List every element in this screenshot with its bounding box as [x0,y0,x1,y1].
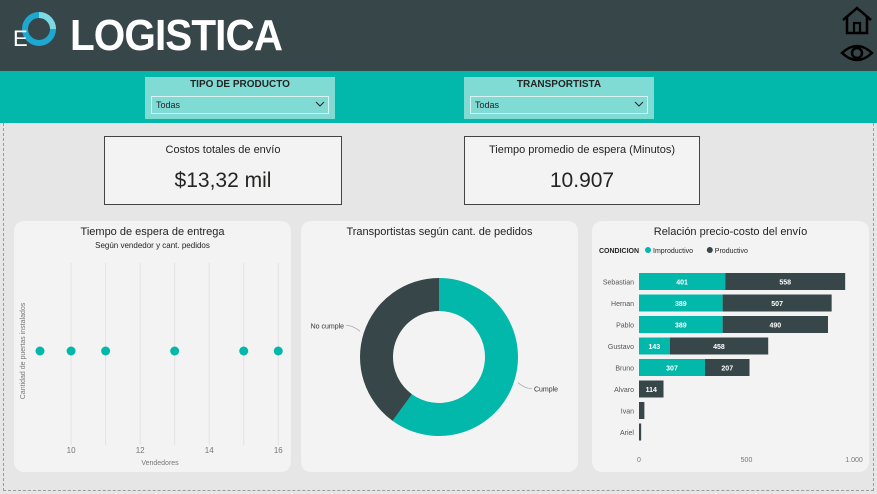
category-label: Ivan [621,409,634,416]
category-label: Pablo [616,323,634,330]
x-tick-label: 1.000 [845,457,863,464]
category-label: Gustavo [608,344,634,351]
data-label: 401 [676,280,688,287]
category-label: Ariel [620,430,634,437]
data-label: 307 [666,366,678,373]
data-label: 507 [771,301,783,308]
slicer-title: TIPO DE PRODUCTO [190,79,290,90]
data-label: 207 [721,366,733,373]
x-tick-label: 0 [637,457,641,464]
category-label: Bruno [615,366,634,373]
kpi-value: $13,32 mil [174,169,272,192]
legend-marker [645,247,651,253]
data-point [239,346,249,356]
kpi-card-costos: Costos totales de envío $13,32 mil [104,136,342,205]
bar-chart-panel: Relación precio-costo del envío CONDICIO… [592,221,869,472]
slice-label: Cumple [534,387,558,394]
kpi-label: Tiempo promedio de espera (Minutos) [488,144,676,156]
leader-line [346,324,361,332]
tipo-producto-dropdown[interactable]: Todas [151,96,329,114]
data-label: 558 [779,280,791,287]
filter-bar: TIPO DE PRODUCTO Todas TRANSPORTISTA Tod… [0,71,877,123]
donut-chart-panel: Transportistas según cant. de pedidos Cu… [301,221,578,472]
legend-entry: Improductivo [653,248,693,255]
x-axis-label: Vendedores [141,460,179,467]
x-tick-label: 10 [67,446,76,455]
dropdown-value: Todas [475,100,500,110]
slice-label: No cumple [311,323,345,330]
x-tick-label: 500 [741,457,753,464]
data-point [66,346,76,356]
bar-segment [639,402,645,419]
slicer-transportista: TRANSPORTISTA Todas [464,77,654,119]
data-label: 114 [646,387,657,394]
data-label: 143 [649,344,661,351]
page-title: LOGISTICA [70,11,283,60]
legend-marker [706,247,713,253]
logo-letter: E [13,26,28,50]
x-tick-label: 14 [205,446,214,455]
data-label: 389 [675,301,687,308]
chevron-down-icon [315,101,325,107]
home-icon[interactable] [840,5,874,35]
data-point [273,346,283,356]
company-logo: E [13,12,56,50]
y-axis-label: Cantidad de puertas instalados [20,302,27,399]
dropdown-value: Todas [156,100,181,110]
legend-title: CONDICION [599,248,639,255]
category-label: Sebastian [603,280,634,287]
header-bar: E LOGISTICA [0,0,877,71]
kpi-card-tiempo: Tiempo promedio de espera (Minutos) 10.9… [464,136,700,205]
donut-slice-no-cumple [360,278,439,421]
data-label: 490 [769,323,781,330]
data-label: 458 [713,344,725,351]
bar-segment [639,423,642,441]
chevron-down-icon [634,101,644,107]
transportista-dropdown[interactable]: Todas [470,96,648,114]
data-point [35,346,45,356]
donut-chart: Cumple No cumple [311,278,558,436]
x-tick-label: 16 [274,446,283,455]
slicer-title: TRANSPORTISTA [516,79,602,90]
category-label: Hernan [611,301,634,308]
stacked-bar-chart: CONDICION Improductivo Productivo 0 500 1.00… [599,247,863,464]
legend-entry: Productivo [715,248,748,255]
leader-line [517,382,532,390]
data-point [101,346,111,356]
x-tick-label: 12 [136,446,145,455]
scatter-chart-panel: Tiempo de espera de entrega Según vended… [14,221,291,472]
eye-icon[interactable] [840,40,874,66]
data-point [170,346,180,356]
kpi-value: 10.907 [549,169,615,192]
data-label: 389 [675,323,687,330]
scatter-chart: Cantidad de puertas instalados Vendedore… [20,263,283,467]
category-label: Alvaro [614,387,634,394]
kpi-label: Costos totales de envío [165,144,281,156]
slicer-tipo-producto: TIPO DE PRODUCTO Todas [145,77,335,119]
